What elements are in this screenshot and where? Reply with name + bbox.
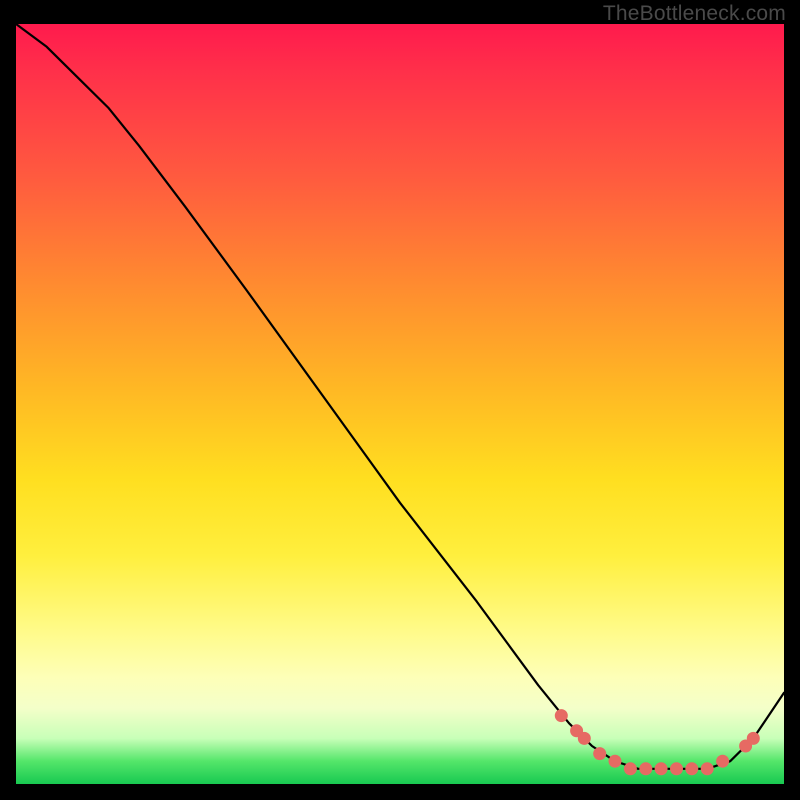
data-point <box>701 762 714 775</box>
data-point <box>609 755 622 768</box>
bottleneck-curve <box>16 24 784 769</box>
data-points <box>555 709 760 775</box>
data-point <box>593 747 606 760</box>
data-point <box>555 709 568 722</box>
watermark-text: TheBottleneck.com <box>603 2 786 26</box>
data-point <box>716 755 729 768</box>
data-point <box>685 762 698 775</box>
plot-area <box>16 24 784 784</box>
data-point <box>578 732 591 745</box>
curve-layer <box>16 24 784 784</box>
data-point <box>670 762 683 775</box>
chart-frame: TheBottleneck.com <box>0 0 800 800</box>
data-point <box>624 762 637 775</box>
data-point <box>655 762 668 775</box>
data-point <box>639 762 652 775</box>
data-point <box>747 732 760 745</box>
